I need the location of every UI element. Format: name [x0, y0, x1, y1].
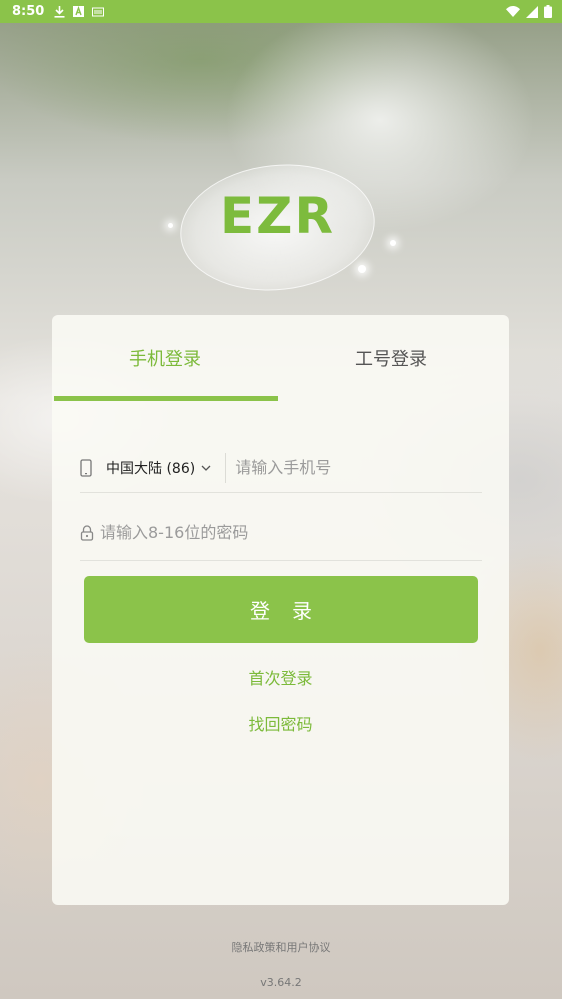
lock-icon [80, 524, 94, 541]
sparkle-dot [390, 240, 396, 246]
first-login-link[interactable]: 首次登录 [52, 665, 509, 689]
status-icons-right [506, 5, 552, 18]
phone-field-row: 中国大陆 (86) [80, 443, 482, 493]
login-card: 手机登录 工号登录 中国大陆 (86) 登录 首次登录 找回密码 [52, 315, 509, 905]
download-icon [54, 5, 65, 18]
field-divider [225, 452, 227, 483]
logo-text: EZR [220, 187, 335, 245]
password-field-row [80, 505, 482, 561]
login-button[interactable]: 登录 [84, 576, 478, 643]
app-logo: EZR [168, 155, 396, 300]
status-bar: 8:50 [0, 0, 562, 23]
app-version: v3.64.2 [260, 976, 302, 989]
login-tabs: 手机登录 工号登录 [52, 315, 509, 401]
status-time: 8:50 [12, 4, 45, 19]
storage-icon [92, 7, 105, 17]
tab-active-indicator [54, 396, 278, 401]
password-input[interactable] [100, 523, 482, 542]
country-code-label: 中国大陆 (86) [106, 460, 196, 477]
tab-phone-login[interactable]: 手机登录 [52, 315, 278, 401]
chevron-down-icon [201, 465, 211, 471]
recover-password-link[interactable]: 找回密码 [52, 711, 509, 735]
privacy-policy-link[interactable]: 隐私政策和用户协议 [0, 939, 562, 955]
status-icons-left [54, 5, 105, 18]
a-icon [73, 6, 85, 17]
tab-employee-login[interactable]: 工号登录 [278, 315, 504, 401]
country-code-selector[interactable]: 中国大陆 (86) [106, 458, 211, 478]
wifi-icon [506, 6, 520, 17]
battery-icon [544, 5, 552, 18]
sparkle-dot [168, 223, 173, 228]
sparkle-dot [358, 265, 366, 273]
signal-icon [526, 5, 538, 18]
phone-icon [80, 458, 94, 477]
phone-input[interactable] [235, 458, 482, 477]
